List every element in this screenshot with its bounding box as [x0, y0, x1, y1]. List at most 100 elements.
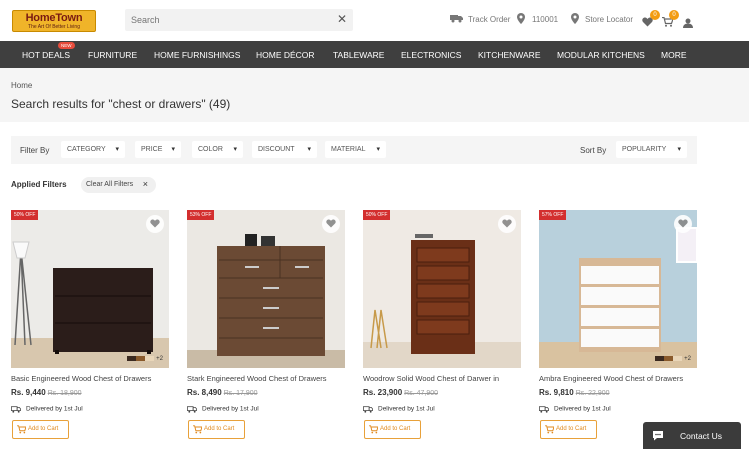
delivery-text: Delivered by 1st Jul — [202, 405, 259, 413]
truck-icon — [450, 15, 463, 23]
add-to-cart-label: Add to Cart — [204, 426, 235, 432]
account-button[interactable] — [683, 15, 693, 28]
store-locator-label: Store Locator — [585, 15, 634, 24]
heart-outline-icon — [502, 219, 512, 228]
nav-item-hot-deals[interactable]: HOT DEALS — [22, 50, 70, 60]
clear-search-icon[interactable]: ✕ — [337, 13, 347, 25]
store-pin-icon — [571, 13, 579, 24]
discount-badge: 53% OFF — [187, 210, 215, 220]
filter-category[interactable]: CATEGORY ▾ — [61, 141, 125, 158]
new-badge: NEW — [58, 42, 75, 49]
more-colors-count: +2 — [684, 356, 691, 363]
discount-badge: 50% OFF — [363, 210, 391, 220]
product-card[interactable]: 50% OFF +2 Basic Engineered Wood Chest o… — [11, 210, 169, 442]
nav-item-electronics[interactable]: ELECTRONICS — [401, 50, 461, 60]
caret-down-icon: ▾ — [233, 146, 237, 153]
product-name[interactable]: Ambra Engineered Wood Chest of Drawers — [539, 374, 697, 383]
mrp-price: Rs. 17,900 — [223, 390, 258, 397]
nav-item-tableware[interactable]: TABLEWARE — [333, 50, 384, 60]
sale-price: Rs. 8,490 — [187, 388, 222, 397]
sale-price: Rs. 23,900 — [363, 388, 403, 397]
product-card[interactable]: 57% OFF +2 Ambra Engineered Wood Chest o… — [539, 210, 697, 442]
cart-icon — [193, 425, 202, 434]
product-card[interactable]: 53% OFF Stark Engineered Wood Chest of D… — [187, 210, 345, 442]
product-image[interactable]: 50% OFF — [363, 210, 521, 368]
track-order-label: Track Order — [468, 15, 511, 24]
filter-price-label: PRICE — [141, 146, 163, 153]
nav-item-home-decor[interactable]: HOME DÉCOR — [256, 50, 315, 60]
delivery-info: Delivered by 1st Jul — [539, 405, 611, 413]
product-name[interactable]: Basic Engineered Wood Chest of Drawers — [11, 374, 169, 383]
nav-item-modular-kitchens[interactable]: MODULAR KITCHENS — [557, 50, 645, 60]
location-pin-icon — [517, 13, 525, 24]
close-icon[interactable]: × — [143, 179, 148, 189]
add-to-cart-button[interactable]: Add to Cart — [364, 420, 421, 439]
main-nav: NEW HOT DEALS FURNITURE HOME FURNISHINGS… — [0, 41, 749, 68]
wishlist-button[interactable]: 0 — [642, 10, 660, 27]
search-box[interactable]: ✕ — [125, 9, 353, 31]
product-price: Rs. 9,810 Rs. 22,900 — [539, 388, 610, 397]
color-swatches[interactable]: +2 — [655, 356, 691, 364]
truck-icon — [11, 406, 21, 413]
nav-item-more[interactable]: MORE — [661, 50, 687, 60]
product-price: Rs. 9,440 Rs. 18,900 — [11, 388, 82, 397]
add-to-cart-button[interactable]: Add to Cart — [12, 420, 69, 439]
heart-outline-icon — [150, 219, 160, 228]
delivery-text: Delivered by 1st Jul — [26, 405, 83, 413]
delivery-info: Delivered by 1st Jul — [11, 405, 83, 413]
hometown-logo[interactable]: HomeTown The Art Of Better Living — [12, 10, 96, 32]
product-name[interactable]: Woodrow Solid Wood Chest of Darwer in — [363, 374, 521, 383]
heart-outline-icon — [326, 219, 336, 228]
mrp-price: Rs. 47,900 — [404, 390, 438, 397]
cart-count-badge: 0 — [669, 10, 679, 20]
logo-tagline: The Art Of Better Living — [28, 24, 80, 30]
filter-category-label: CATEGORY — [67, 146, 106, 153]
wishlist-toggle[interactable] — [322, 215, 340, 233]
product-image[interactable]: 57% OFF +2 — [539, 210, 697, 368]
product-image[interactable]: 53% OFF — [187, 210, 345, 368]
caret-down-icon: ▾ — [115, 146, 119, 153]
contact-us-label: Contact Us — [680, 431, 723, 441]
wishlist-toggle[interactable] — [146, 215, 164, 233]
product-photo-chest-walnut — [187, 210, 345, 368]
delivery-text: Delivered by 1st Jul — [378, 405, 435, 413]
discount-badge: 50% OFF — [11, 210, 39, 220]
wishlist-toggle[interactable] — [674, 215, 692, 233]
filter-material[interactable]: MATERIAL ▾ — [325, 141, 386, 158]
filter-material-label: MATERIAL — [331, 146, 366, 153]
delivery-info: Delivered by 1st Jul — [187, 405, 259, 413]
nav-item-kitchenware[interactable]: KITCHENWARE — [478, 50, 541, 60]
cart-icon — [545, 425, 554, 434]
applied-filters-label: Applied Filters — [11, 180, 67, 189]
breadcrumb-home[interactable]: Home — [11, 81, 32, 90]
wishlist-toggle[interactable] — [498, 215, 516, 233]
product-name[interactable]: Stark Engineered Wood Chest of Drawers — [187, 374, 345, 383]
sort-by-label: Sort By — [580, 146, 607, 155]
filter-bar: Filter By CATEGORY ▾ PRICE ▾ COLOR ▾ DISCOU… — [11, 136, 697, 164]
filter-color-label: COLOR — [198, 146, 223, 153]
sort-dropdown[interactable]: POPULARITY ▾ — [616, 141, 687, 158]
truck-icon — [539, 406, 549, 413]
caret-down-icon: ▾ — [307, 146, 311, 153]
contact-us-chat-button[interactable]: Contact Us — [643, 422, 741, 449]
clear-all-filters-label: Clear All Filters — [86, 181, 134, 188]
product-image[interactable]: 50% OFF +2 — [11, 210, 169, 368]
nav-item-home-furnishings[interactable]: HOME FURNISHINGS — [154, 50, 240, 60]
add-to-cart-label: Add to Cart — [28, 426, 59, 432]
cart-button[interactable]: 0 — [662, 10, 679, 27]
color-swatches[interactable]: +2 — [127, 356, 163, 364]
filter-price[interactable]: PRICE ▾ — [135, 141, 181, 158]
heart-outline-icon — [678, 219, 688, 228]
nav-item-furniture[interactable]: FURNITURE — [88, 50, 137, 60]
filter-color[interactable]: COLOR ▾ — [192, 141, 243, 158]
clear-all-filters-chip[interactable]: Clear All Filters × — [81, 177, 156, 193]
product-card[interactable]: 50% OFF Woodrow Solid Wood Chest of Darw… — [363, 210, 521, 442]
filter-discount-label: DISCOUNT — [258, 146, 295, 153]
add-to-cart-button[interactable]: Add to Cart — [540, 420, 597, 439]
search-input[interactable] — [131, 12, 321, 28]
filter-discount[interactable]: DISCOUNT ▾ — [252, 141, 317, 158]
discount-badge: 57% OFF — [539, 210, 567, 220]
mrp-price: Rs. 22,900 — [575, 390, 610, 397]
filter-by-label: Filter By — [20, 146, 50, 155]
add-to-cart-button[interactable]: Add to Cart — [188, 420, 245, 439]
